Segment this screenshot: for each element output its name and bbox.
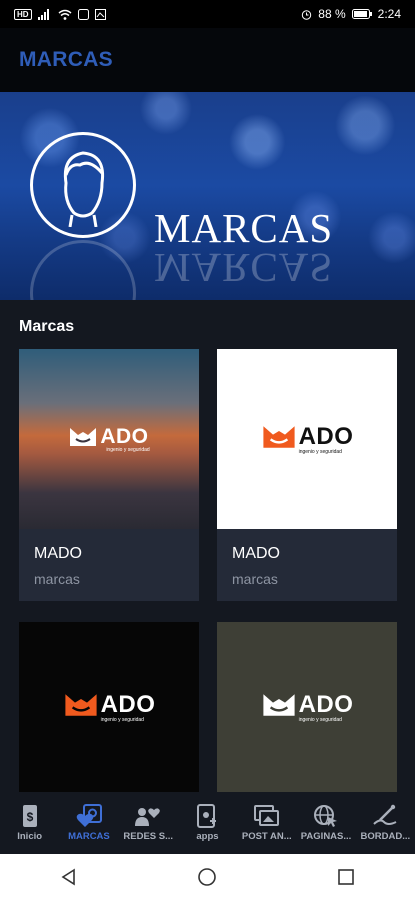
nav-item-post-anuncios[interactable]: POST AN... [237,792,296,854]
globe-cursor-icon [312,804,340,828]
nav-item-marcas[interactable]: MARCAS [59,792,118,854]
gallery-icon [94,8,106,20]
phone-dollar-icon: $ [16,804,44,828]
nav-item-bordados[interactable]: BORDAD... [356,792,415,854]
cat-logo-icon [262,426,295,448]
images-icon [253,804,281,828]
phone-add-icon [193,804,221,828]
status-right: 88 % 2:24 [301,7,401,21]
card-image: ADO ingenio y seguridad [19,622,199,792]
mado-logo: ADO ingenio y seguridad [63,691,156,723]
status-left: HD [14,8,106,20]
brand-card[interactable]: ADO ingenio y seguridad [19,622,199,792]
card-image: ADO ingenio y seguridad [217,349,397,529]
card-image: ADO ingenio y seguridad [19,349,199,529]
battery-icon [351,9,372,19]
svg-text:$: $ [26,810,33,824]
alarm-icon [302,9,312,20]
signal-icon [37,8,49,20]
status-bar: HD 88 % 2:24 [0,0,415,28]
nfc-icon [77,8,89,20]
mado-logo: ADO ingenio y seguridad [261,691,354,723]
hd-chip: HD [14,8,32,20]
nav-item-apps[interactable]: apps [178,792,237,854]
brand-card[interactable]: ADO ingenio y seguridad MADO marcas [217,349,397,601]
mado-logo: ADO ingenio y seguridad [68,425,150,453]
clock: 2:24 [377,7,401,21]
nav-item-redes-sociales[interactable]: REDES S... [119,792,178,854]
head-silhouette-icon [30,132,136,238]
mado-logo: ADO ingenio y seguridad [261,423,354,455]
cat-logo-icon [64,694,97,716]
cat-logo-icon [70,428,97,446]
recents-icon[interactable] [336,867,356,887]
brand-card[interactable]: ADO ingenio y seguridad MADO marcas [19,349,199,601]
hero-banner: MARCAS MARCAS [0,92,415,300]
card-image: ADO ingenio y seguridad [217,622,397,792]
bottom-nav: $ Inicio MARCAS REDES S... apps POST AN.… [0,792,415,854]
battery-percent: 88 % [318,7,346,21]
heart-badge-icon [75,804,103,828]
card-subtitle: marcas [34,571,80,587]
page-title: MARCAS [19,48,113,71]
wifi-icon [58,9,72,20]
home-icon[interactable] [197,867,217,887]
card-subtitle: marcas [232,571,278,587]
back-icon[interactable] [59,867,79,887]
cat-logo-icon [262,694,295,716]
hero-title-reflection: MARCAS [154,245,334,291]
system-nav-bar [0,854,415,900]
app-bar: MARCAS [0,28,415,92]
needle-icon [371,804,399,828]
section-title: Marcas [19,318,75,335]
brand-card[interactable]: ADO ingenio y seguridad [217,622,397,792]
hero-logo-reflection [30,240,136,300]
card-title: MADO [232,545,280,562]
nav-item-inicio[interactable]: $ Inicio [0,792,59,854]
people-heart-icon [134,804,162,828]
card-title: MADO [34,545,82,562]
nav-item-paginas[interactable]: PAGINAS... [296,792,355,854]
